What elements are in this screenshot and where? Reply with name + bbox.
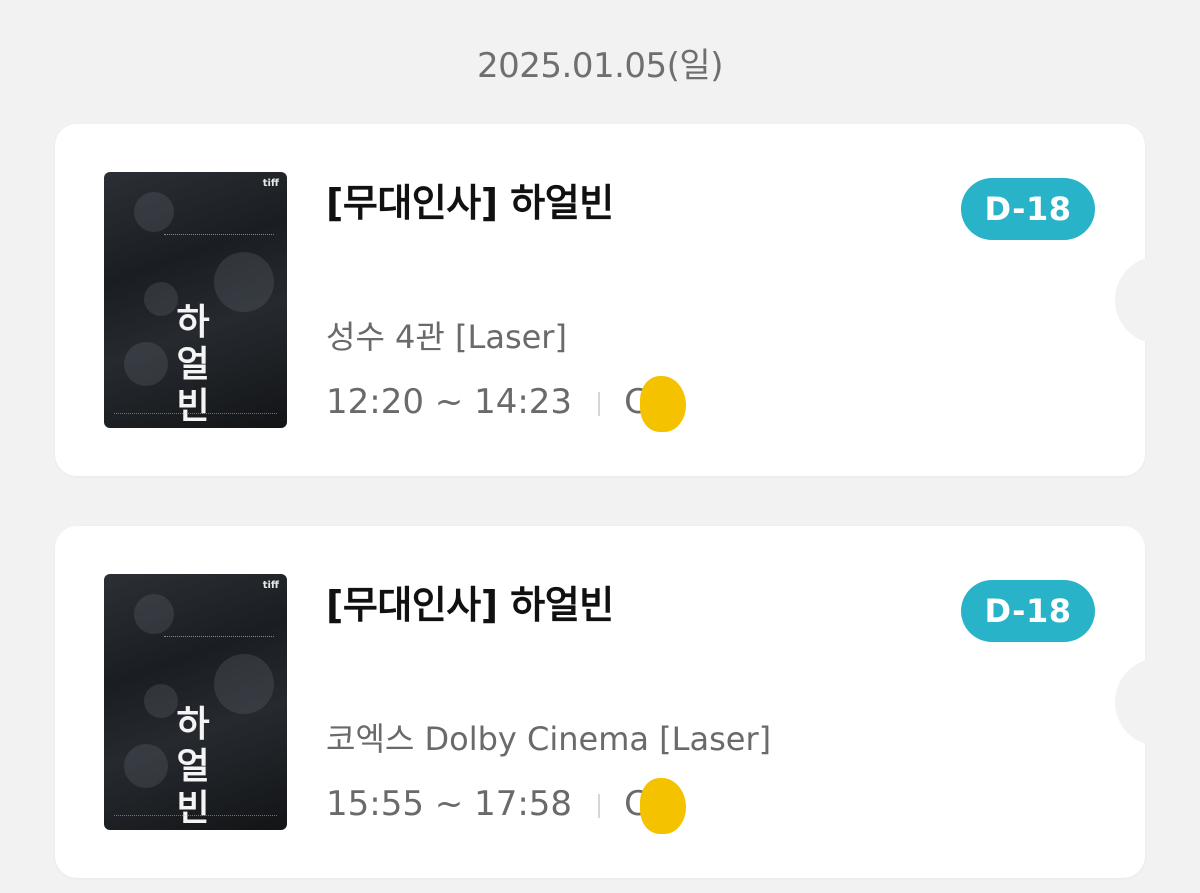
showtime-row: 15:55 ~ 17:58 C bbox=[326, 778, 687, 834]
showtime: 15:55 ~ 17:58 bbox=[326, 784, 573, 824]
theater-venue: 성수 4관 [Laser] bbox=[326, 318, 567, 356]
divider bbox=[598, 793, 601, 818]
poster-title: 하 얼 빈 bbox=[176, 704, 210, 829]
festival-badge: tiff bbox=[262, 178, 279, 189]
movie-poster: tiff 하 얼 빈 bbox=[104, 172, 287, 428]
ticket-notch bbox=[1115, 658, 1200, 746]
dday-badge: D-18 bbox=[961, 178, 1095, 240]
redaction-mark bbox=[640, 778, 687, 834]
ticket-notch bbox=[1115, 256, 1200, 344]
theater-venue: 코엑스 Dolby Cinema [Laser] bbox=[326, 720, 772, 758]
ticket-card[interactable]: tiff 하 얼 빈 [무대인사] 하얼빈 D-18 코엑스 Dolby Cin… bbox=[55, 526, 1200, 878]
poster-title: 하 얼 빈 bbox=[176, 302, 210, 427]
ticket-card[interactable]: tiff 하 얼 빈 [무대인사] 하얼빈 D-18 성수 4관 [Laser]… bbox=[55, 124, 1200, 476]
date-header: 2025.01.05(일) bbox=[477, 46, 723, 86]
showtime: 12:20 ~ 14:23 bbox=[326, 382, 573, 422]
dday-badge: D-18 bbox=[961, 580, 1095, 642]
showtime-row: 12:20 ~ 14:23 C bbox=[326, 376, 687, 432]
festival-badge: tiff bbox=[262, 580, 279, 591]
movie-title: [무대인사] 하얼빈 bbox=[326, 181, 614, 225]
movie-title: [무대인사] 하얼빈 bbox=[326, 583, 614, 627]
seat-info: C bbox=[624, 778, 687, 834]
movie-poster: tiff 하 얼 빈 bbox=[104, 574, 287, 830]
seat-info: C bbox=[624, 376, 687, 432]
divider bbox=[598, 391, 601, 416]
redaction-mark bbox=[640, 376, 687, 432]
